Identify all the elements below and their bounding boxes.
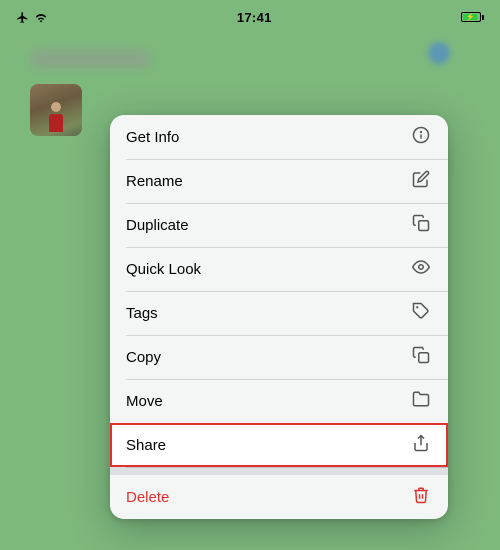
menu-item-get-info[interactable]: Get Info	[110, 115, 448, 159]
get-info-label: Get Info	[126, 129, 179, 146]
tags-label: Tags	[126, 305, 158, 322]
trash-icon	[410, 486, 432, 509]
menu-item-tags[interactable]: Tags	[110, 291, 448, 335]
menu-divider	[110, 467, 448, 475]
context-menu: Get Info Rename Duplicate Quick	[110, 115, 448, 519]
menu-item-quick-look[interactable]: Quick Look	[110, 247, 448, 291]
wifi-icon	[34, 11, 48, 23]
eye-icon	[410, 258, 432, 281]
pencil-icon	[410, 170, 432, 193]
folder-icon	[410, 390, 432, 413]
copy-label: Copy	[126, 349, 161, 366]
menu-item-share[interactable]: Share	[110, 423, 448, 467]
status-bar: 17:41 ⚡	[0, 0, 500, 28]
airplane-icon	[16, 11, 29, 24]
blurred-title	[30, 50, 150, 68]
delete-label: Delete	[126, 489, 169, 506]
file-thumbnail	[30, 84, 82, 136]
blue-dot-decoration	[428, 42, 450, 64]
info-icon	[410, 126, 432, 149]
status-left-icons	[16, 11, 48, 24]
status-time: 17:41	[237, 10, 272, 25]
duplicate-icon	[410, 214, 432, 237]
battery-icon: ⚡	[461, 12, 485, 22]
status-right-icons: ⚡	[461, 12, 485, 22]
quick-look-label: Quick Look	[126, 261, 201, 278]
tag-icon	[410, 302, 432, 325]
copy-icon	[410, 346, 432, 369]
move-label: Move	[126, 393, 163, 410]
menu-item-move[interactable]: Move	[110, 379, 448, 423]
menu-item-duplicate[interactable]: Duplicate	[110, 203, 448, 247]
menu-item-delete[interactable]: Delete	[110, 475, 448, 519]
menu-item-copy[interactable]: Copy	[110, 335, 448, 379]
share-label: Share	[126, 437, 166, 454]
share-icon	[410, 434, 432, 457]
menu-item-rename[interactable]: Rename	[110, 159, 448, 203]
duplicate-label: Duplicate	[126, 217, 189, 234]
rename-label: Rename	[126, 173, 183, 190]
